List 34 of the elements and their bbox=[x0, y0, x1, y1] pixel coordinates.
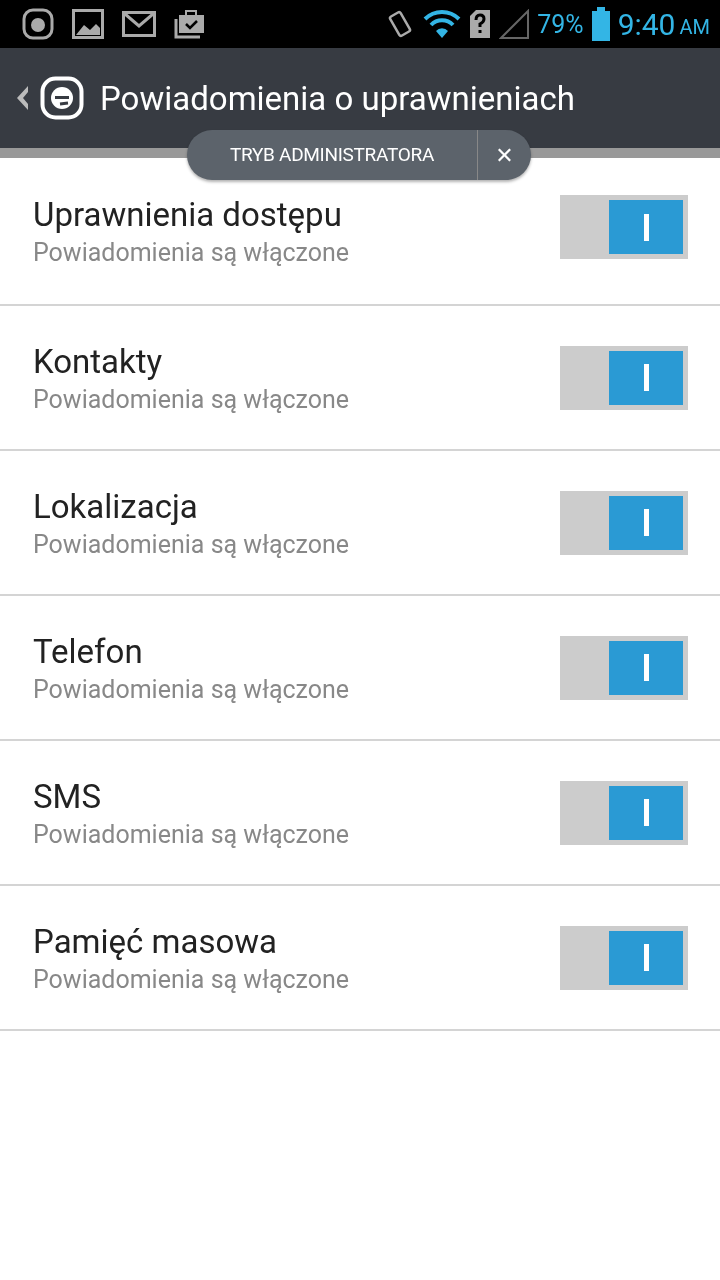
wifi-icon bbox=[423, 9, 462, 39]
mail-icon bbox=[122, 11, 156, 37]
setting-status: Powiadomienia są włączone bbox=[33, 238, 351, 267]
toggle-switch[interactable] bbox=[560, 195, 688, 259]
setting-status: Powiadomienia są włączone bbox=[33, 964, 351, 994]
screen-title: Powiadomienia o uprawnieniach bbox=[100, 78, 575, 118]
setting-title: Telefon bbox=[33, 631, 144, 671]
setting-status: Powiadomienia są włączone bbox=[33, 384, 351, 414]
clock-time: 9:40 bbox=[617, 6, 676, 42]
image-icon bbox=[72, 9, 104, 39]
briefcase-check-icon bbox=[174, 9, 206, 39]
admin-mode-label: TRYB ADMINISTRATORA bbox=[187, 130, 478, 180]
setting-title: SMS bbox=[33, 776, 102, 816]
sim-unknown-icon bbox=[469, 9, 492, 39]
back-icon[interactable] bbox=[14, 85, 30, 111]
app-logo-icon bbox=[40, 76, 84, 120]
clock-ampm: AM bbox=[679, 15, 710, 39]
toggle-switch[interactable] bbox=[560, 635, 688, 700]
signal-icon bbox=[499, 9, 530, 39]
toggle-switch[interactable] bbox=[560, 345, 688, 410]
toggle-switch[interactable] bbox=[560, 925, 688, 990]
setting-title: Uprawnienia dostępu bbox=[33, 195, 343, 234]
setting-title: Kontakty bbox=[33, 341, 164, 381]
setting-status: Powiadomienia są włączone bbox=[33, 674, 351, 704]
battery-icon bbox=[591, 7, 610, 41]
toggle-switch[interactable] bbox=[560, 780, 688, 845]
battery-percent: 79% bbox=[537, 9, 584, 39]
setting-status: Powiadomienia są włączone bbox=[33, 529, 351, 559]
toggle-switch[interactable] bbox=[560, 490, 688, 555]
close-button[interactable]: ✕ bbox=[478, 130, 531, 180]
setting-status: Powiadomienia są włączone bbox=[33, 819, 351, 849]
setting-title: Pamięć masowa bbox=[33, 921, 278, 961]
app-notification-icon bbox=[22, 8, 54, 40]
setting-title: Lokalizacja bbox=[33, 486, 199, 526]
